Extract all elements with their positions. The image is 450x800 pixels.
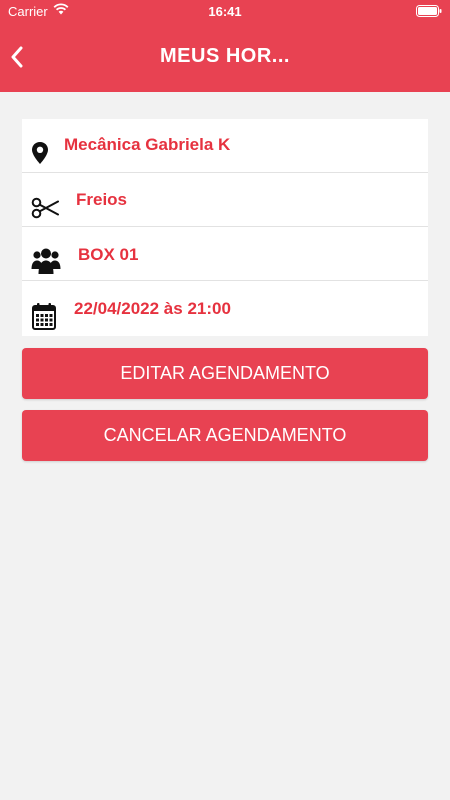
cancel-appointment-button[interactable]: CANCELAR AGENDAMENTO — [22, 410, 428, 461]
header-bar: Carrier 16:41 MEUS HOR... — [0, 0, 450, 92]
appointment-details-card: Mecânica Gabriela K Freios BOX 01 22/04/… — [22, 119, 428, 336]
page-title: MEUS HOR... — [160, 45, 290, 67]
location-label: Mecânica Gabriela K — [64, 135, 231, 154]
edit-appointment-button[interactable]: EDITAR AGENDAMENTO — [22, 348, 428, 399]
map-pin-icon — [31, 141, 49, 170]
scissors-icon — [31, 197, 59, 224]
datetime-label: 22/04/2022 às 21:00 — [74, 299, 231, 318]
detail-row-service: Freios — [22, 173, 428, 227]
calendar-icon — [32, 302, 56, 335]
detail-row-datetime: 22/04/2022 às 21:00 — [22, 282, 428, 336]
status-time: 16:41 — [208, 4, 242, 19]
box-label: BOX 01 — [78, 245, 139, 264]
status-bar: Carrier 16:41 — [0, 0, 450, 24]
service-label: Freios — [76, 190, 128, 209]
battery-icon — [416, 5, 442, 20]
detail-row-location: Mecânica Gabriela K — [22, 119, 428, 173]
group-icon — [31, 247, 61, 280]
detail-row-box: BOX 01 — [22, 227, 428, 281]
